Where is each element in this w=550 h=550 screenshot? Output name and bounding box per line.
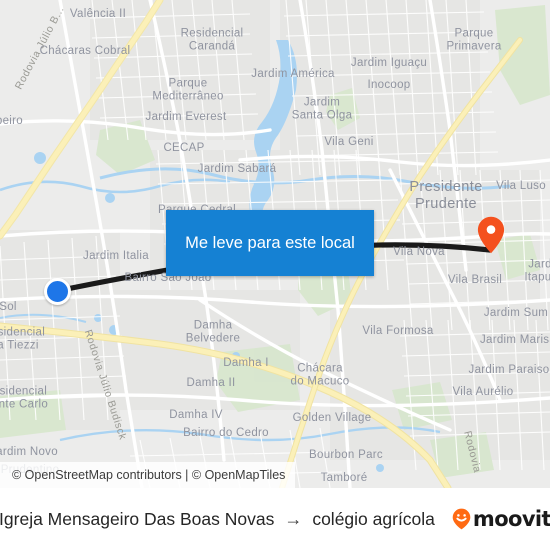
moovit-pin-icon [452, 508, 471, 530]
moovit-map-screenshot: Rodovia Júlio B... Valência II Chácaras Co… [0, 0, 550, 550]
map-canvas[interactable]: Rodovia Júlio B... Valência II Chácaras Co… [0, 0, 550, 488]
moovit-wordmark: moovit [472, 506, 550, 531]
take-me-here-callout[interactable]: Me leve para este local [166, 210, 374, 276]
destination-pin-icon[interactable] [477, 216, 505, 254]
map-attribution[interactable]: © OpenStreetMap contributors | © OpenMap… [0, 462, 296, 488]
origin-marker[interactable] [44, 278, 71, 305]
trip-destination-label: colégio agrícola [312, 508, 435, 529]
arrow-right-icon: → [284, 509, 303, 529]
moovit-logo[interactable]: moovit [452, 508, 550, 530]
callout-label: Me leve para este local [185, 234, 355, 252]
trip-origin-label: Igreja Mensageiro Das Boas Novas [0, 508, 275, 529]
footer-bar: Igreja Mensageiro Das Boas Novas → colég… [0, 488, 550, 550]
trip-summary: Igreja Mensageiro Das Boas Novas → colég… [0, 508, 550, 530]
